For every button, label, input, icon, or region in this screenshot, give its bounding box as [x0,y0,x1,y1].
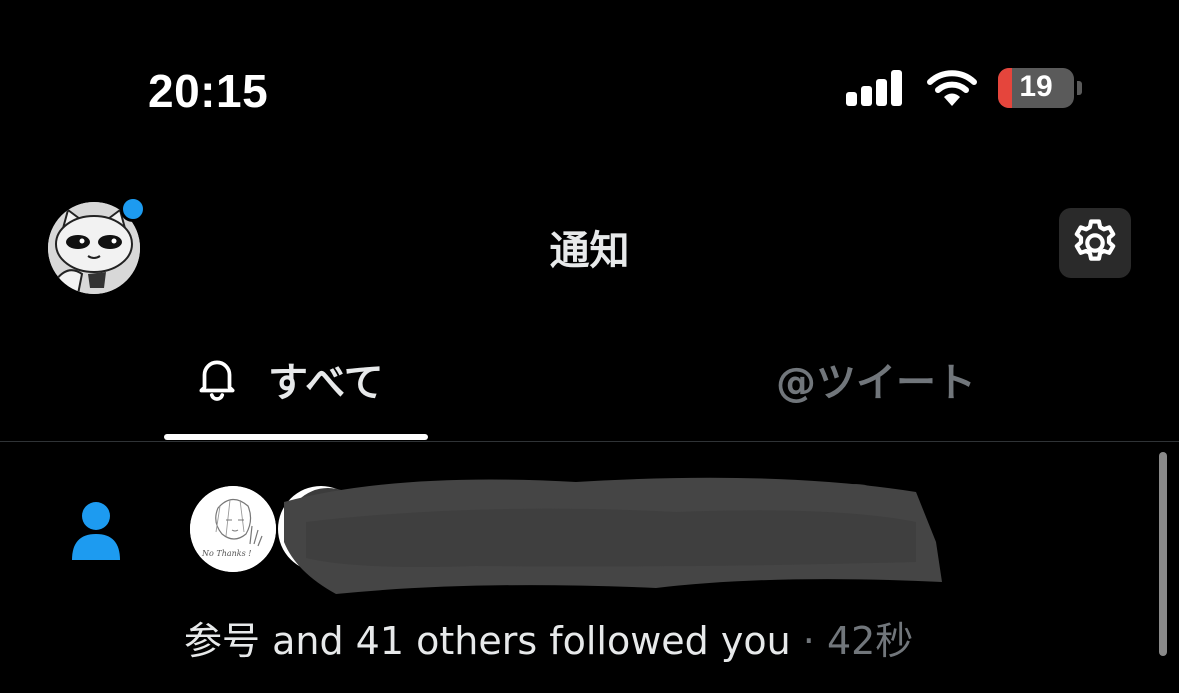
status-time: 20:15 [148,65,269,117]
tab-all-label: すべて [268,360,384,406]
scrollbar[interactable] [1159,452,1167,656]
tab-mentions[interactable]: @ツイート [740,320,1030,440]
app-screen: 20:15 19 通知 すべて @ツイート No Thanks ! 参号 and… [0,0,1179,693]
person-icon [72,502,120,560]
battery-level: 19 [1019,70,1053,103]
tab-mentions-label: @ツイート [776,360,976,406]
active-tab-indicator [164,434,428,440]
page-title: 通知 [549,228,630,274]
notification-message: and 41 others followed you [260,619,791,663]
gear-icon [1074,219,1116,261]
notification-tabs: すべて @ツイート [0,320,1179,442]
svg-text:No Thanks !: No Thanks ! [201,549,251,558]
bell-icon [199,360,235,401]
sketch-avatar-icon: No Thanks ! [190,486,276,572]
tab-all[interactable]: すべて [164,320,428,440]
battery-cap [1077,81,1082,95]
cellular-signal-icon [846,70,904,106]
wifi-icon [927,70,977,106]
redacted-area [284,477,942,594]
settings-button[interactable] [1059,208,1131,278]
notification-time: 42秒 [826,619,914,663]
follower-avatar[interactable]: No Thanks ! [190,486,276,572]
notification-text: 参号 and 41 others followed you · 42秒 [184,610,913,665]
notification-actor: 参号 [184,619,261,663]
battery-indicator: 19 [998,68,1074,108]
notification-item[interactable]: No Thanks ! 参号 and 41 others followed yo… [0,442,1150,693]
notification-separator: · [790,619,827,663]
